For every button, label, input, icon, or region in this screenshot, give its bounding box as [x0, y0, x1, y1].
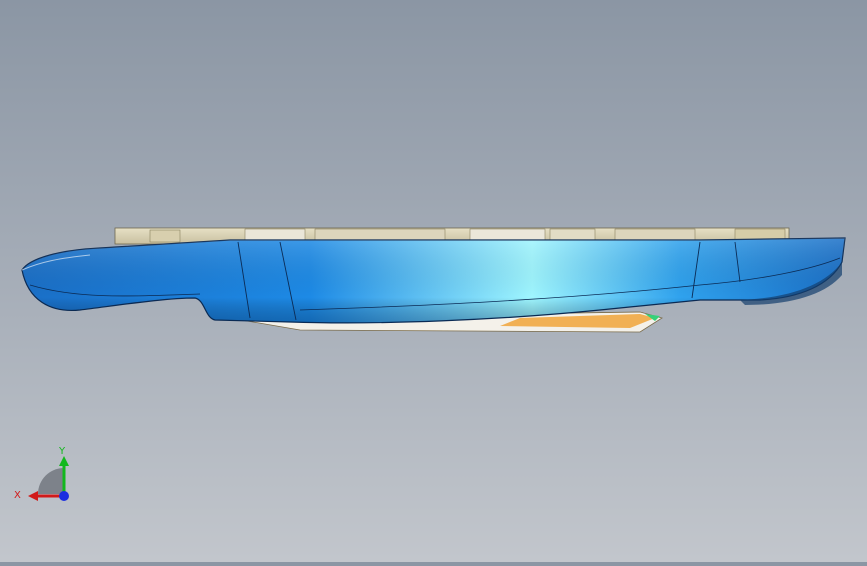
x-axis-label: X: [14, 490, 21, 501]
model-render: [21, 227, 846, 333]
3d-model-viewport[interactable]: [0, 0, 867, 562]
triad-wedge: [38, 468, 64, 494]
z-axis-dot: [59, 491, 69, 501]
main-body: [21, 237, 846, 324]
y-axis-label: Y: [58, 446, 66, 457]
axis-triad: Y X: [10, 438, 80, 510]
